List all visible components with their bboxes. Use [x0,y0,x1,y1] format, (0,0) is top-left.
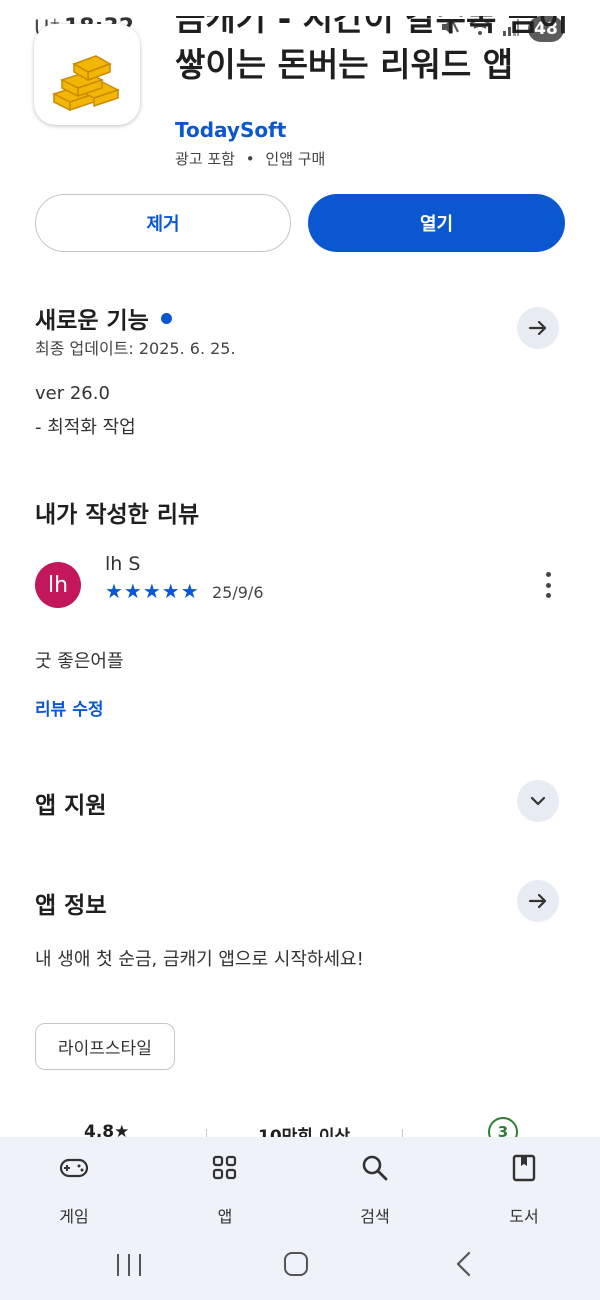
app-info-arrow-button[interactable] [517,880,559,922]
apps-grid-icon [212,1151,238,1185]
category-chip[interactable]: 라이프스타일 [35,1023,175,1070]
nav-label-search: 검색 [360,1207,390,1226]
gold-bars-icon [52,55,120,112]
developer-link[interactable]: TodaySoft [175,118,286,142]
uninstall-button[interactable]: 제거 [35,194,291,252]
whats-new-arrow-button[interactable] [517,307,559,349]
edit-review-link[interactable]: 리뷰 수정 [35,695,103,720]
last-updated: 최종 업데이트: 2025. 6. 25. [35,339,236,358]
iap-label: 인앱 구매 [265,150,326,168]
ads-label: 광고 포함 [175,150,235,168]
nav-label-apps: 앱 [217,1207,233,1226]
nav-label-games: 게임 [59,1207,89,1226]
nav-item-books[interactable]: 도서 [474,1151,574,1227]
home-icon[interactable] [284,1252,308,1276]
app-meta: 광고 포함 • 인앱 구매 [175,148,325,169]
back-icon[interactable] [454,1250,474,1282]
arrow-right-icon [528,893,547,909]
open-button[interactable]: 열기 [308,194,565,252]
release-note: - 최적화 작업 [35,417,136,438]
app-title: 금캐기 - 시간이 갈수록 금이 쌓이는 돈버는 리워드 앱 [175,16,575,116]
bottom-nav: 게임 앱 검색 도서 [0,1137,600,1242]
app-icon [34,24,140,125]
avatar: lh [35,562,81,608]
search-icon [361,1151,389,1185]
gamepad-icon [59,1151,89,1185]
arrow-right-icon [528,320,547,336]
system-nav-bar [0,1242,600,1300]
book-icon [512,1151,536,1185]
review-text: 굿 좋은어플 [35,651,124,672]
more-options-icon[interactable] [540,572,556,598]
app-support-expand-button[interactable] [517,780,559,822]
whats-new-title: 새로운 기능 [35,308,149,334]
app-info-title[interactable]: 앱 정보 [35,886,107,920]
version-text: ver 26.0 [35,383,110,404]
my-review-title: 내가 작성한 리뷰 [35,502,200,528]
chevron-down-icon [530,796,546,806]
app-support-title[interactable]: 앱 지원 [35,786,107,820]
star-rating: ★★★★★ [105,579,200,603]
meta-separator: • [245,150,255,168]
nav-label-books: 도서 [509,1207,539,1226]
whats-new-header[interactable]: 새로운 기능 [35,301,172,335]
reviewer-name: lh S [105,553,141,575]
app-title-line2: 쌓이는 돈버는 리워드 앱 [175,45,514,84]
review-date: 25/9/6 [212,583,264,602]
nav-item-games[interactable]: 게임 [24,1151,124,1227]
recent-apps-icon[interactable] [117,1254,141,1276]
nav-item-apps[interactable]: 앱 [175,1151,275,1227]
nav-item-search[interactable]: 검색 [325,1151,425,1227]
new-indicator-dot [160,313,172,324]
app-description: 내 생애 첫 순금, 금캐기 앱으로 시작하세요! [35,949,364,970]
